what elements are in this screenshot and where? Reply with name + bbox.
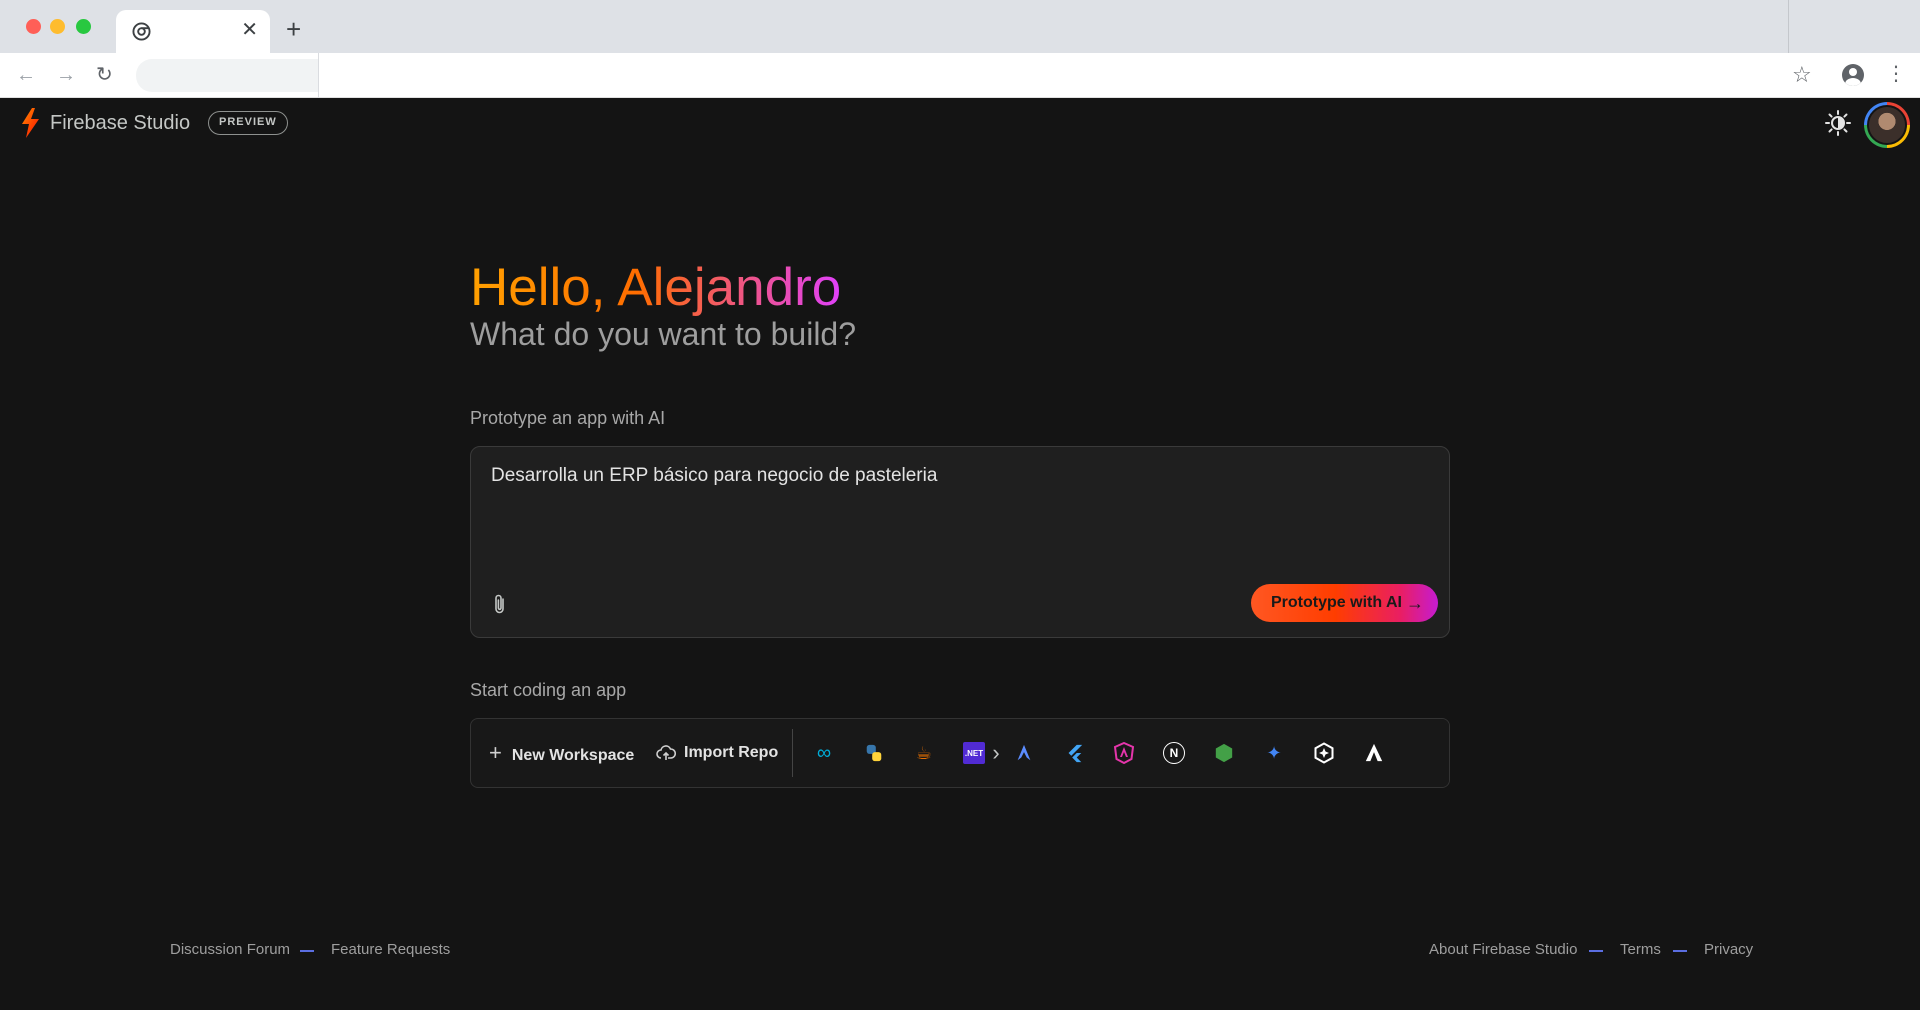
cloud-upload-icon	[656, 744, 677, 760]
maximize-window-button[interactable]	[76, 19, 91, 34]
discussion-forum-link[interactable]: Discussion Forum	[170, 941, 290, 958]
divider	[318, 53, 319, 98]
tab-close-icon[interactable]: ✕	[241, 19, 258, 41]
divider	[300, 950, 314, 952]
flutter-icon[interactable]	[1063, 742, 1085, 764]
java-icon[interactable]: ☕	[913, 742, 935, 764]
divider	[792, 729, 793, 777]
bookmark-star-icon[interactable]: ☆	[1792, 62, 1812, 88]
minimize-window-button[interactable]	[50, 19, 65, 34]
import-repo-label: Import Repo	[684, 744, 779, 761]
python-icon[interactable]	[863, 742, 885, 764]
plus-icon: +	[489, 740, 502, 765]
arrow-right-icon: →	[1406, 593, 1424, 613]
coding-section-label: Start coding an app	[470, 680, 627, 700]
user-avatar[interactable]	[1864, 102, 1910, 148]
astro-icon[interactable]	[1013, 742, 1035, 764]
new-workspace-button[interactable]: + New Workspace	[489, 719, 634, 787]
greeting-subheading: What do you want to build?	[470, 316, 857, 352]
angular-icon[interactable]	[1113, 742, 1135, 764]
nodejs-icon[interactable]	[1213, 742, 1235, 764]
templates-bar: + New Workspace Import Repo ∞ ☕ .NET N ✦	[470, 718, 1450, 788]
paperclip-icon[interactable]	[491, 593, 509, 615]
prompt-textarea[interactable]: Desarrolla un ERP básico para negocio de…	[470, 446, 1450, 638]
browser-titlebar: ✕ +	[0, 0, 1920, 53]
brand-name: Firebase Studio	[50, 112, 191, 134]
prototype-button-label: Prototype with AI	[1271, 594, 1402, 611]
preview-badge: PREVIEW	[208, 111, 288, 135]
terms-link[interactable]: Terms	[1620, 941, 1661, 958]
nextjs-icon[interactable]: N	[1163, 742, 1185, 764]
avatar-photo	[1867, 105, 1907, 145]
import-repo-button[interactable]: Import Repo	[656, 719, 778, 787]
browser-tab[interactable]: ✕	[116, 10, 270, 53]
reload-icon[interactable]: ↻	[96, 63, 113, 87]
go-icon[interactable]: ∞	[813, 742, 835, 764]
firebase-studio-app: Firebase Studio PREVIEW Hello, Alejandro…	[0, 98, 1920, 1010]
analog-icon[interactable]	[1363, 742, 1385, 764]
feature-requests-link[interactable]: Feature Requests	[331, 941, 450, 958]
prompt-text[interactable]: Desarrolla un ERP básico para negocio de…	[491, 465, 937, 487]
theme-toggle-icon[interactable]	[1824, 109, 1852, 137]
greeting-title: Hello, Alejandro	[470, 256, 841, 320]
hexagon-icon[interactable]	[1313, 742, 1335, 764]
prototype-with-ai-button[interactable]: Prototype with AI →	[1251, 584, 1438, 622]
divider	[1788, 0, 1789, 53]
back-icon[interactable]: ←	[16, 63, 36, 87]
gemini-icon[interactable]: ✦	[1263, 742, 1285, 764]
close-window-button[interactable]	[26, 19, 41, 34]
divider	[1589, 950, 1603, 952]
scroll-fade	[1391, 719, 1449, 787]
prototype-section-label: Prototype an app with AI	[470, 408, 666, 428]
address-bar[interactable]	[136, 59, 318, 92]
browser-menu-icon[interactable]: ⋮	[1886, 62, 1906, 86]
browser-profile-icon[interactable]	[1842, 64, 1864, 86]
app-header: Firebase Studio PREVIEW	[0, 98, 1920, 150]
divider	[1673, 950, 1687, 952]
new-workspace-label: New Workspace	[511, 747, 635, 764]
firebase-logo-icon[interactable]	[18, 108, 42, 138]
about-link[interactable]: About Firebase Studio	[1429, 941, 1577, 958]
privacy-link[interactable]: Privacy	[1704, 941, 1753, 958]
chevron-right-icon[interactable]: ›	[982, 718, 1010, 788]
chrome-icon	[132, 22, 151, 41]
forward-icon[interactable]: →	[56, 63, 76, 87]
new-tab-button[interactable]: +	[286, 16, 301, 42]
browser-toolbar: ← → ↻ ☆ ⋮	[0, 53, 1920, 98]
